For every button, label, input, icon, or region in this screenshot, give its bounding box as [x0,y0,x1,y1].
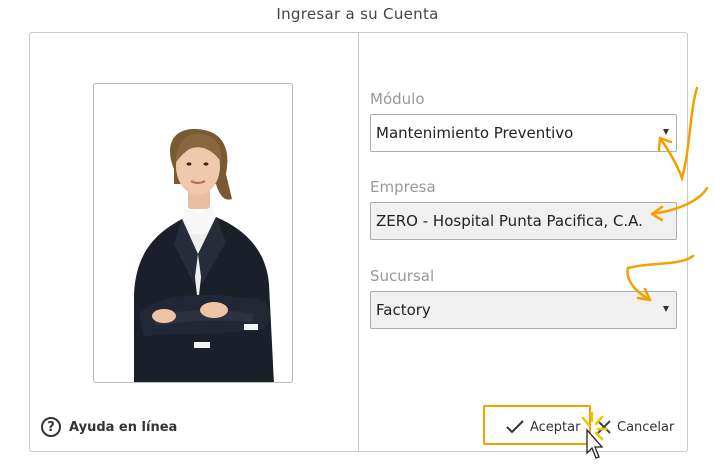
accept-label: Aceptar [530,419,581,435]
empresa-value: ZERO - Hospital Punta Pacifica, C.A. [376,212,643,230]
panel-divider [358,33,359,451]
dropdown-arrow-icon [663,129,669,135]
login-dialog: Módulo Mantenimiento Preventivo Empresa … [29,32,688,452]
modulo-value: Mantenimiento Preventivo [376,124,574,142]
cancel-label: Cancelar [617,419,675,435]
dialog-title: Ingresar a su Cuenta [276,5,439,23]
user-photo [93,83,293,383]
empresa-label: Empresa [370,178,436,196]
help-label: Ayuda en línea [69,419,178,435]
sucursal-label: Sucursal [370,267,435,285]
check-icon [506,420,524,434]
modulo-select[interactable]: Mantenimiento Preventivo [370,114,677,152]
accept-button[interactable]: Aceptar [506,416,580,438]
dropdown-arrow-icon [663,306,669,312]
sucursal-value: Factory [376,301,431,319]
help-link[interactable]: ? Ayuda en línea [41,416,177,438]
sucursal-select[interactable]: Factory [370,291,677,329]
x-icon [597,420,611,434]
businesswoman-image [134,129,274,382]
modulo-label: Módulo [370,90,425,108]
question-circle-icon: ? [41,417,61,437]
empresa-select[interactable]: ZERO - Hospital Punta Pacifica, C.A. [370,202,677,240]
cancel-button[interactable]: Cancelar [597,416,674,438]
